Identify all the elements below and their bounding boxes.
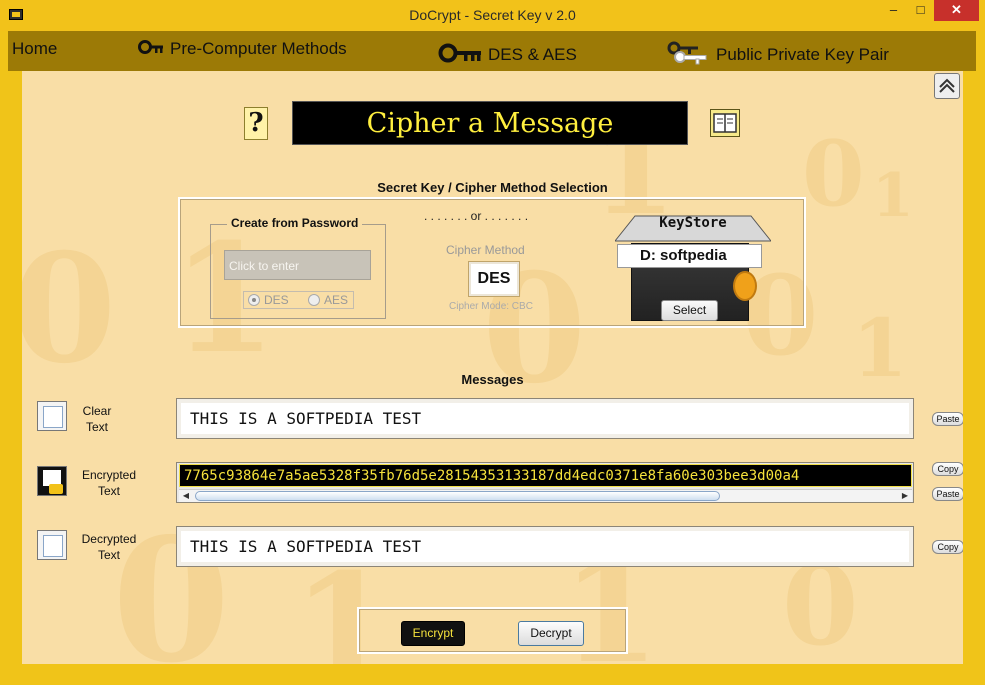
radio-des-label: DES <box>264 293 289 307</box>
window-bottom-border <box>8 664 976 677</box>
encrypted-document-icon <box>37 466 67 496</box>
selection-section-title: Secret Key / Cipher Method Selection <box>377 180 608 195</box>
clear-text-field[interactable]: THIS IS A SOFTPEDIA TEST <box>176 398 914 439</box>
maximize-button[interactable]: □ <box>907 0 934 21</box>
chevron-up-icon <box>939 78 955 93</box>
scroll-right-icon[interactable]: ▶ <box>898 490 912 502</box>
scroll-up-button[interactable] <box>934 73 960 99</box>
encrypted-paste-button[interactable]: Paste <box>932 487 963 501</box>
watermark: 0 <box>802 121 865 227</box>
keystore-widget: KeyStore D: softpedia Select <box>615 213 775 321</box>
radio-des[interactable]: DES <box>248 293 289 307</box>
main-content: 1 0 1 0 1 0 0 1 0 1 1 0 ? Cipher a Messa… <box>22 71 963 664</box>
document-icon <box>37 530 67 560</box>
scroll-left-icon[interactable]: ◀ <box>179 490 193 502</box>
algorithm-radio-group: DES AES <box>243 291 354 309</box>
encrypted-text-container: 7765c93864e7a5ae5328f35fb76d5e2815435313… <box>176 462 914 503</box>
menu-item-pki-label: Public Private Key Pair <box>716 45 889 64</box>
menu-item-pre-computer-methods[interactable]: Pre-Computer Methods <box>138 29 347 69</box>
decrypted-text-label-line2: Text <box>97 548 120 562</box>
key-icon <box>438 42 482 69</box>
keystore-select-button[interactable]: Select <box>661 300 718 321</box>
encrypted-text-label-line2: Text <box>97 484 120 498</box>
password-group-title: Create from Password <box>227 216 363 230</box>
password-input[interactable]: Click to enter <box>224 250 371 280</box>
watermark: 1 <box>872 161 914 231</box>
encrypt-button[interactable]: Encrypt <box>401 621 465 646</box>
radio-des-indicator <box>248 294 260 306</box>
messages-section-title: Messages <box>461 372 524 387</box>
key-icon <box>138 39 164 60</box>
decrypted-text-label-line1: Decrypted <box>81 532 137 546</box>
password-group: Create from Password Click to enter DES … <box>210 216 386 319</box>
menu-item-pre-computer-label: Pre-Computer Methods <box>170 39 347 58</box>
horizontal-scrollbar[interactable]: ◀ ▶ <box>179 489 912 502</box>
clear-text-label: Clear Text <box>57 403 137 435</box>
help-icon[interactable]: ? <box>244 107 268 140</box>
page-title: Cipher a Message <box>292 101 688 145</box>
book-icon[interactable] <box>710 109 740 137</box>
menu-item-public-private-key-pair[interactable]: Public Private Key Pair <box>666 35 889 75</box>
decrypt-button[interactable]: Decrypt <box>518 621 584 646</box>
menu-bar: Home Pre-Computer Methods DES & AES Publ… <box>8 31 976 71</box>
radio-aes-indicator <box>308 294 320 306</box>
cipher-method-button[interactable]: DES <box>468 261 520 297</box>
watermark: 0 <box>22 221 117 397</box>
radio-aes[interactable]: AES <box>308 293 348 307</box>
keystore-label: D: softpedia <box>617 244 762 268</box>
window-title: DoCrypt - Secret Key v 2.0 <box>409 7 576 23</box>
minimize-button[interactable]: – <box>880 0 907 21</box>
key-pair-icon <box>666 40 710 71</box>
cipher-method-label: Cipher Method <box>446 243 525 257</box>
cipher-mode-text: Cipher Mode: CBC <box>449 301 533 312</box>
clear-text-label-line1: Clear <box>82 404 112 418</box>
radio-aes-label: AES <box>324 293 349 307</box>
decrypted-text-field[interactable]: THIS IS A SOFTPEDIA TEST <box>176 526 914 567</box>
menu-item-home[interactable]: Home <box>12 29 57 69</box>
menu-item-des-aes-label: DES & AES <box>488 45 577 64</box>
clear-text-label-line2: Text <box>85 420 108 434</box>
encrypted-text-label-line1: Encrypted <box>81 468 137 482</box>
or-separator: . . . . . . . or . . . . . . . <box>424 209 529 223</box>
title-bar: DoCrypt - Secret Key v 2.0 – □ ✕ <box>0 0 985 31</box>
key-selection-panel: Create from Password Click to enter DES … <box>178 197 806 328</box>
decrypted-text-label: Decrypted Text <box>69 531 149 563</box>
menu-item-home-label: Home <box>12 39 58 58</box>
dial-lock-icon <box>733 271 757 301</box>
keystore-title: KeyStore <box>659 215 727 231</box>
close-button[interactable]: ✕ <box>934 0 979 21</box>
scrollbar-thumb[interactable] <box>195 491 720 501</box>
encrypted-text-field[interactable]: 7765c93864e7a5ae5328f35fb76d5e2815435313… <box>179 464 912 487</box>
encrypted-copy-button[interactable]: Copy <box>932 462 963 476</box>
clear-paste-button[interactable]: Paste <box>932 412 963 426</box>
decrypted-copy-button[interactable]: Copy <box>932 540 963 554</box>
action-panel: Encrypt Decrypt <box>357 607 628 654</box>
encrypted-text-label: Encrypted Text <box>69 467 149 499</box>
menu-item-des-aes[interactable]: DES & AES <box>438 35 577 75</box>
